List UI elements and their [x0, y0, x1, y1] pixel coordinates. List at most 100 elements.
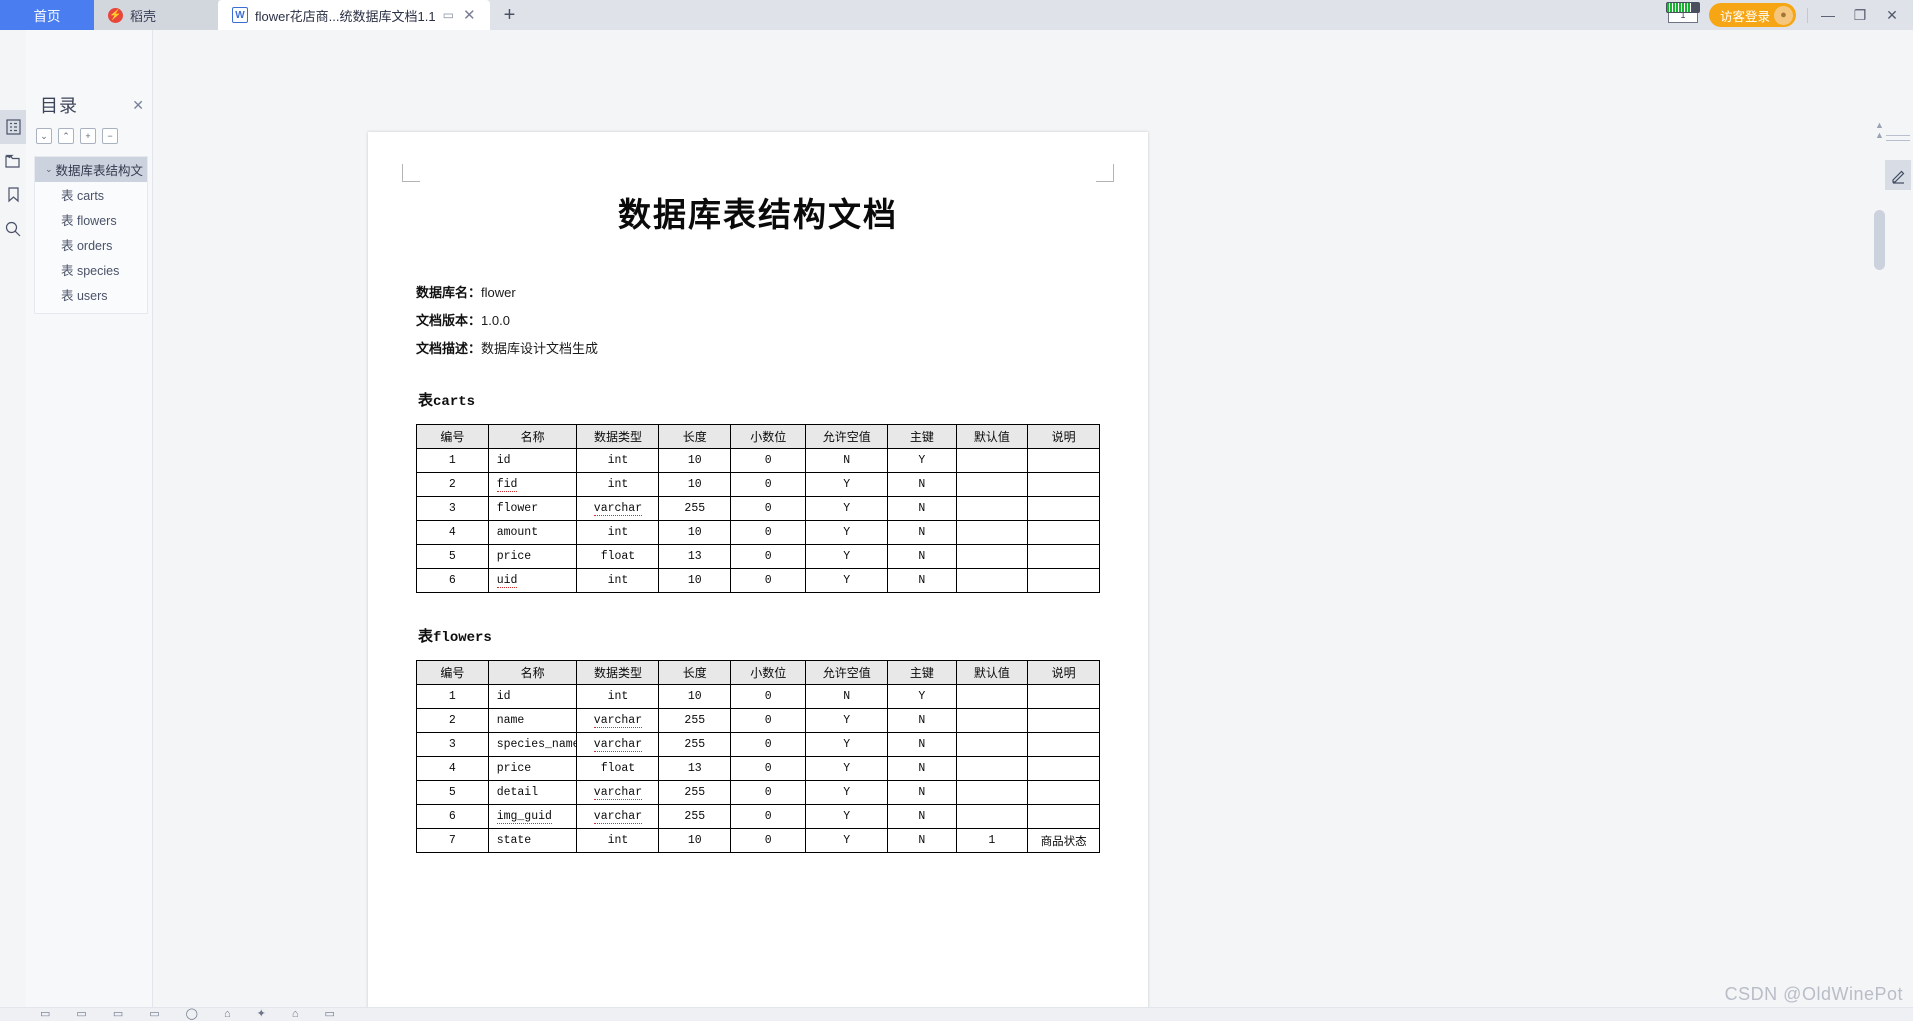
- column-header: 默认值: [955, 660, 1029, 685]
- pen-tool-button[interactable]: [1885, 160, 1911, 190]
- meta-value: flower: [481, 285, 516, 300]
- cell-default: [955, 448, 1029, 473]
- cell-name: detail: [487, 780, 578, 805]
- vertical-scrollbar[interactable]: ▲ ▲: [1874, 120, 1885, 640]
- spellcheck-underline: varchar: [593, 785, 643, 800]
- window-tab-bar: 首页 ⚡ 稻壳 W flower花店商...统数据库文档1.1 ▭ ✕ + 1 …: [0, 0, 1913, 30]
- cell-type: int: [576, 448, 660, 473]
- cell-len: 10: [658, 472, 732, 497]
- collapse-all-button[interactable]: −: [102, 128, 118, 144]
- outline-item-species[interactable]: 表 species: [35, 257, 147, 282]
- table-heading-prefix: 表: [418, 629, 434, 645]
- cell-name: id: [487, 684, 578, 709]
- folder-filter-icon[interactable]: [0, 144, 26, 178]
- table-row: 6 img_guid varchar 255 0 Y N: [416, 804, 1100, 829]
- cell-pk: N: [887, 780, 957, 805]
- scroll-page-up-icon[interactable]: ▲: [1874, 130, 1885, 140]
- status-icon[interactable]: ⌂: [292, 1008, 299, 1020]
- restore-button[interactable]: ❐: [1845, 0, 1875, 30]
- cell-name: fid: [487, 472, 578, 497]
- outline-panel: 目录 ✕ ⌄ ⌃ + − ⌄ 数据库表结构文 ... 表 carts 表 flo…: [26, 30, 153, 1021]
- workspace: 目录 ✕ ⌄ ⌃ + − ⌄ 数据库表结构文 ... 表 carts 表 flo…: [0, 30, 1913, 1021]
- status-icon[interactable]: ✦: [257, 1008, 266, 1020]
- table-heading-prefix: 表: [418, 393, 434, 409]
- cell-len: 255: [658, 496, 732, 521]
- status-icon[interactable]: ▭: [113, 1008, 123, 1020]
- new-tab-button[interactable]: +: [490, 0, 530, 30]
- status-icon[interactable]: ▭: [40, 1008, 50, 1020]
- watermark: CSDN @OldWinePot: [1724, 984, 1903, 1004]
- tab-home[interactable]: 首页: [0, 0, 94, 30]
- cell-name: state: [487, 828, 578, 853]
- meta-label: 文档描述：: [416, 341, 482, 356]
- cell-pk: N: [887, 472, 957, 497]
- chevron-down-icon: ⌄: [40, 130, 48, 141]
- meta-label: 数据库名：: [416, 285, 482, 300]
- cell-type: varchar: [576, 496, 660, 521]
- document-body: 数据库表结构文档 数据库名：flower 文档版本：1.0.0 文档描述：数据库…: [368, 132, 1148, 853]
- column-header: 编号: [416, 424, 489, 449]
- outline-icon[interactable]: [0, 110, 26, 144]
- cell-default: [955, 472, 1029, 497]
- cell-nullable: Y: [805, 732, 889, 757]
- login-button[interactable]: 访客登录 ●: [1708, 3, 1796, 27]
- cell-default: [955, 804, 1029, 829]
- cell-pk: N: [887, 568, 957, 593]
- cell-name: uid: [487, 568, 578, 593]
- close-button[interactable]: ✕: [1877, 0, 1907, 30]
- schema-table: 编号 名称 数据类型 长度 小数位 允许空值 主键 默认值 说明 1 id int 10 0 N Y 2 name…: [416, 660, 1100, 853]
- table-header-row: 编号 名称 数据类型 长度 小数位 允许空值 主键 默认值 说明: [416, 660, 1100, 685]
- collapse-up-button[interactable]: ⌃: [58, 128, 74, 144]
- battery-indicator[interactable]: 1: [1663, 2, 1703, 25]
- status-icon[interactable]: ▭: [76, 1008, 86, 1020]
- table-row: 2 fid int 10 0 Y N: [416, 472, 1100, 497]
- status-icon[interactable]: ⌂: [224, 1008, 231, 1020]
- cell-name: img_guid: [487, 804, 578, 829]
- cell-comment: [1027, 472, 1100, 497]
- bookmark-icon[interactable]: [0, 178, 26, 212]
- collapse-down-button[interactable]: ⌄: [36, 128, 52, 144]
- outline-item-flowers[interactable]: 表 flowers: [35, 207, 147, 232]
- tab-close-icon[interactable]: ✕: [463, 8, 476, 23]
- cell-dec: 0: [730, 472, 807, 497]
- cell-nullable: Y: [805, 828, 889, 853]
- outline-item-users[interactable]: 表 users: [35, 282, 147, 307]
- cell-dec: 0: [730, 780, 807, 805]
- search-icon[interactable]: [0, 212, 26, 246]
- cell-comment: [1027, 732, 1100, 757]
- status-icon[interactable]: ◯: [186, 1008, 198, 1020]
- table-heading-name: flowers: [433, 630, 492, 646]
- cell-no: 3: [416, 732, 489, 757]
- expand-all-button[interactable]: +: [80, 128, 96, 144]
- cell-type: float: [576, 544, 660, 569]
- outline-item-root[interactable]: ⌄ 数据库表结构文 ...: [35, 157, 147, 182]
- cell-type: float: [576, 756, 660, 781]
- meta-value: 1.0.0: [481, 313, 510, 328]
- outline-item-carts[interactable]: 表 carts: [35, 182, 147, 207]
- cell-no: 7: [416, 828, 489, 853]
- cell-comment: [1027, 708, 1100, 733]
- outline-close-icon[interactable]: ✕: [132, 97, 144, 114]
- cell-default: [955, 684, 1029, 709]
- outline-item-label: 表 species: [61, 264, 120, 278]
- cell-nullable: N: [805, 448, 889, 473]
- cell-type: varchar: [576, 708, 660, 733]
- tab-screen-icon[interactable]: ▭: [443, 9, 454, 21]
- cell-comment: [1027, 780, 1100, 805]
- scrollbar-thumb[interactable]: [1874, 210, 1885, 270]
- writer-icon: W: [232, 7, 248, 23]
- document-canvas[interactable]: 数据库表结构文档 数据库名：flower 文档版本：1.0.0 文档描述：数据库…: [154, 30, 1913, 1021]
- cell-pk: N: [887, 756, 957, 781]
- outline-title: 目录: [40, 96, 78, 116]
- tab-docer[interactable]: ⚡ 稻壳: [94, 0, 218, 30]
- tab-document[interactable]: W flower花店商...统数据库文档1.1 ▭ ✕: [218, 0, 490, 30]
- status-icon[interactable]: ▭: [149, 1008, 159, 1020]
- column-header: 小数位: [730, 660, 807, 685]
- status-icon[interactable]: ▭: [324, 1008, 334, 1020]
- cell-type: int: [576, 828, 660, 853]
- outline-item-orders[interactable]: 表 orders: [35, 232, 147, 257]
- minimize-button[interactable]: —: [1813, 0, 1843, 30]
- page-title: 数据库表结构文档: [618, 198, 898, 234]
- scroll-up-icon[interactable]: ▲: [1874, 120, 1885, 130]
- tab-docer-label: 稻壳: [130, 8, 157, 24]
